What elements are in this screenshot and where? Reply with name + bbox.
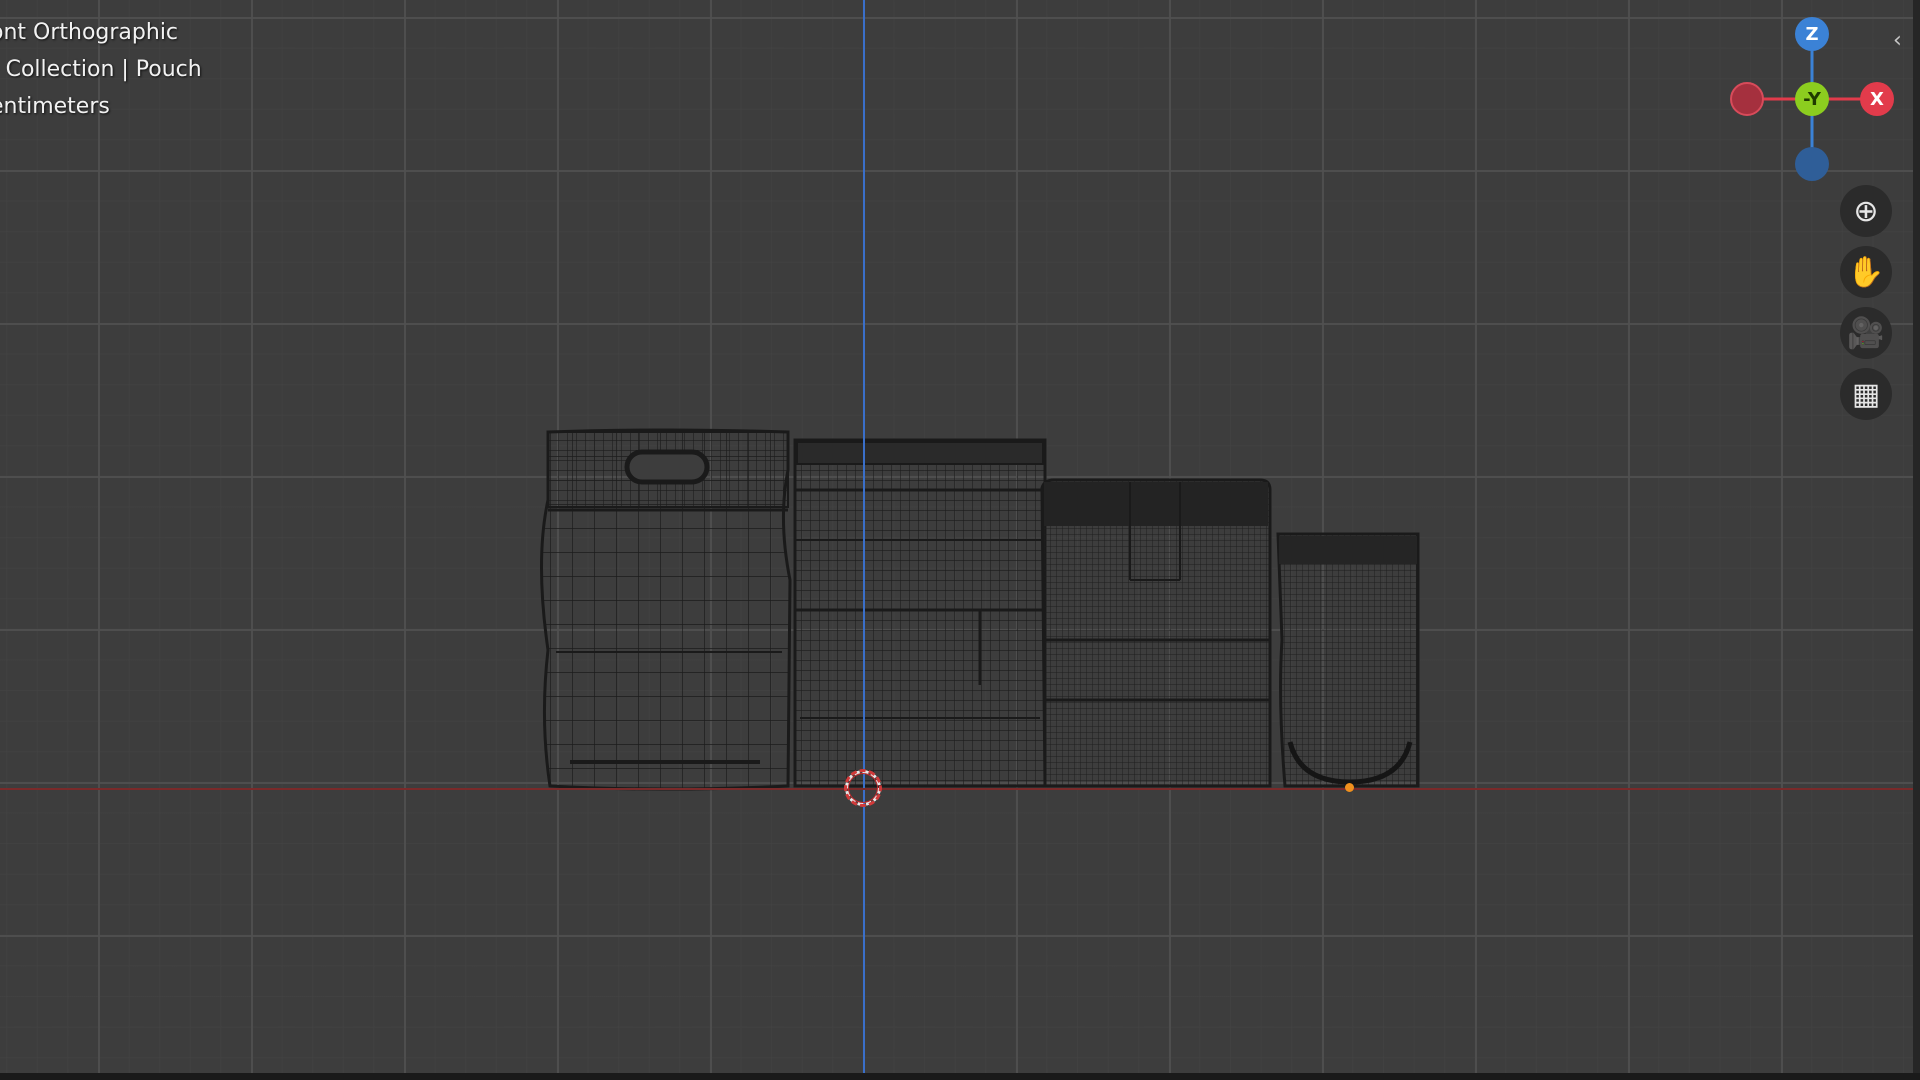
viewport-info: ont Orthographic ) Collection | Pouch en… (0, 14, 202, 125)
hand-icon[interactable]: ✋ (1840, 246, 1892, 298)
3d-cursor[interactable] (845, 770, 881, 806)
gizmo-z-negative[interactable] (1795, 147, 1829, 181)
zipper-pouch[interactable] (793, 438, 1047, 788)
camera-icon[interactable]: 🎥 (1840, 307, 1892, 359)
3d-viewport[interactable]: ont Orthographic ) Collection | Pouch en… (0, 0, 1920, 1080)
navigation-gizmo[interactable]: Z X -Y (1720, 10, 1894, 181)
sidebar-toggle[interactable]: ‹ (1893, 28, 1915, 56)
zoom-in-icon[interactable]: ⊕ (1840, 185, 1892, 237)
scene-wireframes (540, 428, 1420, 791)
x-axis-line (0, 788, 1920, 790)
grid-icon[interactable]: ▦ (1840, 368, 1892, 420)
pouch-with-handle[interactable] (540, 428, 792, 791)
gizmo-x-negative[interactable] (1730, 82, 1764, 116)
viewport-right-edge (1913, 0, 1920, 1080)
view-name: ont Orthographic (0, 20, 179, 45)
gizmo-x-positive[interactable]: X (1860, 82, 1894, 116)
collection-path: ) Collection | Pouch (0, 57, 202, 82)
units-label: entimeters (0, 94, 110, 119)
gizmo-y-negative[interactable]: -Y (1795, 82, 1829, 116)
z-axis-line (863, 0, 865, 1080)
small-stand-up-pouch[interactable] (1276, 532, 1420, 788)
object-origin-dot (1345, 783, 1354, 792)
viewport-navigation-buttons: ⊕ ✋ 🎥 ▦ (1840, 185, 1894, 429)
flat-bottom-pouch[interactable] (1040, 478, 1272, 788)
viewport-bottom-edge (0, 1073, 1920, 1080)
gizmo-z-positive[interactable]: Z (1795, 17, 1829, 51)
